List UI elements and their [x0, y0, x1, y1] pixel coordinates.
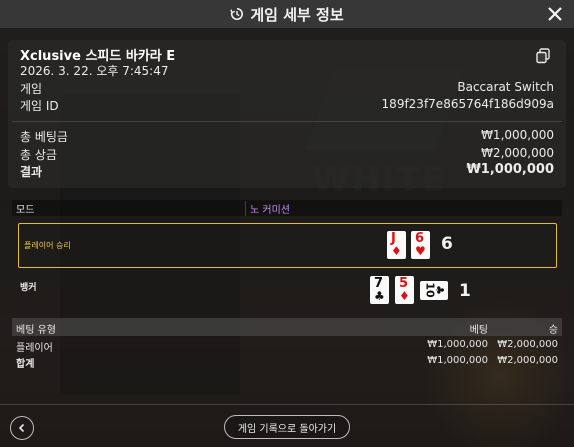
modal-header: 게임 세부 정보: [0, 0, 574, 28]
mode-label: 모드: [12, 200, 246, 216]
chevron-left-icon: [18, 423, 25, 433]
close-icon[interactable]: [546, 5, 564, 23]
back-to-history-button[interactable]: 게임 기록으로 돌아가기: [224, 415, 350, 439]
total-bet-label: 총 베팅금: [20, 130, 68, 144]
total-win-label: 총 상금: [20, 148, 57, 162]
row-bet-amount: ₩1,000,000: [427, 339, 488, 350]
history-icon: [230, 7, 244, 21]
page-title: 게임 세부 정보: [250, 5, 344, 24]
player-result-label: 플레이어 승리: [24, 241, 71, 250]
banker-card-1: 7 ♣: [370, 276, 389, 304]
result-value: ₩1,000,000: [466, 162, 554, 177]
player-hand-highlight: [18, 223, 557, 268]
total-win-amount: ₩2,000,000: [497, 355, 558, 366]
total-type: 합계: [16, 359, 35, 370]
footer-divider: [0, 404, 574, 405]
banker-label: 뱅커: [20, 283, 37, 293]
total-win-value: ₩2,000,000: [481, 146, 554, 160]
result-label: 결과: [20, 165, 43, 179]
player-card-2: 6 ♥: [411, 231, 430, 259]
player-card-1: J ♦: [387, 231, 406, 259]
total-bet-value: ₩1,000,000: [481, 128, 554, 142]
mode-row: 모드 노 커미션: [12, 200, 562, 216]
banker-card-3: 10 ♣: [420, 281, 448, 300]
col-bet-type: 베팅 유형: [16, 325, 56, 336]
game-value: Baccarat Switch: [457, 80, 554, 94]
col-bet: 베팅: [469, 325, 488, 336]
banker-score: 1: [459, 281, 471, 301]
row-win-amount: ₩2,000,000: [497, 339, 558, 350]
copy-icon[interactable]: [536, 48, 550, 64]
total-bet-amount: ₩1,000,000: [427, 355, 488, 366]
game-id-value: 189f23f7e865764f186d909a: [381, 97, 554, 111]
mode-value: 노 커미션: [250, 204, 290, 216]
game-label: 게임: [20, 82, 43, 96]
divider: [12, 121, 562, 122]
banker-card-2: 5 ♦: [395, 276, 414, 304]
game-datetime: 2026. 3. 22. 오후 7:45:47: [20, 64, 169, 78]
back-button[interactable]: [10, 416, 34, 440]
col-win: 승: [548, 325, 558, 336]
bet-table-header: 베팅 유형 베팅 승: [12, 318, 562, 336]
player-score: 6: [441, 234, 453, 254]
game-id-label: 게임 ID: [20, 99, 59, 113]
row-bet-type: 플레이어: [16, 343, 53, 354]
